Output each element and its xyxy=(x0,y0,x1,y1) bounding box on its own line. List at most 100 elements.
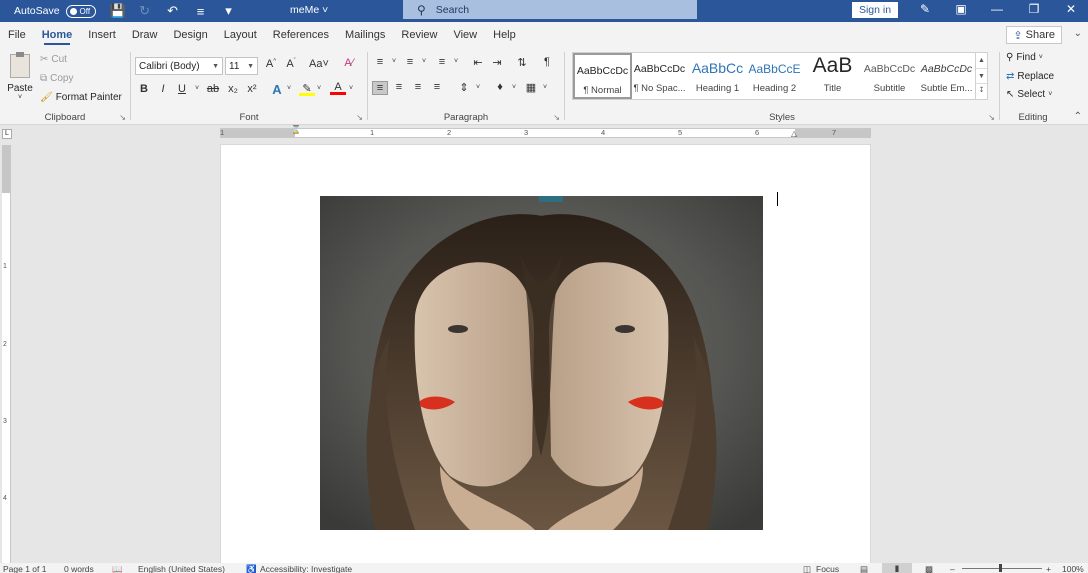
language[interactable]: English (United States) xyxy=(138,564,225,573)
close-icon[interactable]: ✕ xyxy=(1062,2,1080,16)
qat-dropdown-icon[interactable]: ▾ xyxy=(222,3,236,19)
zoom-slider-thumb[interactable] xyxy=(999,564,1002,572)
cut-button[interactable]: ✂ Cut xyxy=(40,54,67,65)
tab-view[interactable]: View xyxy=(445,22,485,48)
save-icon[interactable]: 💾 xyxy=(110,3,126,19)
print-layout-icon[interactable]: ▮ xyxy=(882,563,912,573)
chevron-down-icon[interactable]: ˅ xyxy=(416,58,432,65)
tab-insert[interactable]: Insert xyxy=(80,22,124,48)
inserted-picture[interactable] xyxy=(320,196,763,530)
autosave-toggle[interactable]: Off xyxy=(65,4,96,18)
tab-help[interactable]: Help xyxy=(485,22,524,48)
change-case-icon[interactable]: Aa˅ xyxy=(307,58,331,70)
word-count[interactable]: 0 words xyxy=(64,564,94,573)
style-heading-1[interactable]: AaBbCc Heading 1 xyxy=(688,53,747,99)
style-heading-2[interactable]: AaBbCcE Heading 2 xyxy=(745,53,804,99)
document-title[interactable]: meMe ˅ xyxy=(290,4,328,16)
share-button[interactable]: ⇪ Share xyxy=(1006,26,1062,44)
zoom-slider[interactable] xyxy=(962,568,1042,569)
style-title[interactable]: AaB Title xyxy=(803,53,862,99)
styles-launcher-icon[interactable]: ↘ xyxy=(988,113,995,122)
chevron-down-icon[interactable]: ˅ xyxy=(506,84,522,91)
chevron-down-icon[interactable]: ˅ xyxy=(281,85,297,92)
tab-mailings[interactable]: Mailings xyxy=(337,22,393,48)
ribbon-display-icon[interactable]: ▣ xyxy=(952,2,970,16)
style-subtle-emphasis[interactable]: AaBbCcDc Subtle Em... xyxy=(917,53,976,99)
bold-button[interactable]: B xyxy=(136,83,152,95)
search-box[interactable]: ⚲ Search xyxy=(403,0,697,19)
clear-formatting-icon[interactable]: A∕ xyxy=(341,57,357,69)
underline-button[interactable]: U xyxy=(174,83,190,95)
sort-icon[interactable]: ⇅ xyxy=(514,56,530,69)
underline-dropdown-icon[interactable]: ˅ xyxy=(189,85,205,92)
align-left-icon[interactable]: ≡ xyxy=(372,81,388,95)
select-button[interactable]: ↖ Select ˅ xyxy=(1006,89,1052,100)
tab-home[interactable]: Home xyxy=(34,22,81,48)
zoom-in-icon[interactable]: + xyxy=(1046,564,1051,573)
replace-button[interactable]: ⇄ Replace xyxy=(1006,71,1054,82)
tab-selector[interactable]: L xyxy=(2,129,12,139)
accessibility-status[interactable]: Accessibility: Investigate xyxy=(260,564,352,573)
style-no-spacing[interactable]: AaBbCcDc ¶ No Spac... xyxy=(630,53,689,99)
pen-icon[interactable]: ✎ xyxy=(916,2,934,16)
paragraph-launcher-icon[interactable]: ↘ xyxy=(553,113,560,122)
tab-layout[interactable]: Layout xyxy=(216,22,265,48)
scroll-down-icon[interactable]: ▼ xyxy=(976,68,987,83)
web-layout-icon[interactable]: ▩ xyxy=(925,564,933,573)
zoom-out-icon[interactable]: – xyxy=(950,564,955,573)
font-launcher-icon[interactable]: ↘ xyxy=(356,113,363,122)
styles-scroll[interactable]: ▲ ▼ ↧ xyxy=(975,53,987,99)
chevron-down-icon[interactable]: ˅ xyxy=(386,58,402,65)
italic-button[interactable]: I xyxy=(155,83,171,95)
tab-draw[interactable]: Draw xyxy=(124,22,166,48)
customize-icon[interactable]: ≡ xyxy=(194,4,208,19)
copy-button[interactable]: ⧉ Copy xyxy=(40,73,74,84)
style-subtitle[interactable]: AaBbCcDc Subtitle xyxy=(860,53,919,99)
decrease-indent-icon[interactable]: ⇤ xyxy=(470,56,486,69)
indent-marker-icon[interactable]: ⌛ xyxy=(291,125,301,134)
align-right-icon[interactable]: ≡ xyxy=(410,81,426,93)
chevron-down-icon[interactable]: ˅ xyxy=(343,85,359,92)
clipboard-launcher-icon[interactable]: ↘ xyxy=(119,113,126,122)
style-normal[interactable]: AaBbCcDc ¶ Normal xyxy=(573,53,632,99)
tab-file[interactable]: File xyxy=(0,22,34,48)
font-size-box[interactable]: 11 ▼ xyxy=(225,57,258,75)
superscript-button[interactable]: x² xyxy=(244,83,260,95)
strikethrough-button[interactable]: ab xyxy=(205,83,221,95)
format-painter-button[interactable]: 🖌 Format Painter xyxy=(40,92,122,103)
shrink-font-icon[interactable]: Aˇ xyxy=(283,58,299,70)
right-indent-icon[interactable]: △ xyxy=(791,129,797,138)
vertical-ruler[interactable]: 1 2 3 4 xyxy=(2,145,11,565)
ribbon-options-icon[interactable]: ⌄ xyxy=(1074,28,1082,39)
tab-design[interactable]: Design xyxy=(165,22,215,48)
paste-button[interactable]: Paste ˅ xyxy=(6,52,34,104)
subscript-button[interactable]: x₂ xyxy=(225,83,241,95)
chevron-down-icon[interactable]: ˅ xyxy=(311,85,327,92)
tab-review[interactable]: Review xyxy=(393,22,445,48)
chevron-down-icon[interactable]: ˅ xyxy=(537,84,553,91)
font-name-box[interactable]: Calibri (Body) ▼ xyxy=(135,57,223,75)
chevron-down-icon[interactable]: ˅ xyxy=(470,84,486,91)
tab-references[interactable]: References xyxy=(265,22,337,48)
increase-indent-icon[interactable]: ⇥ xyxy=(489,56,505,69)
focus-button[interactable]: Focus xyxy=(816,564,839,573)
page-count[interactable]: Page 1 of 1 xyxy=(3,564,46,573)
collapse-ribbon-icon[interactable]: ⌃ xyxy=(1074,111,1082,122)
horizontal-ruler[interactable]: 1 1 2 3 4 5 6 7 ⌛ △ xyxy=(220,125,871,138)
proofing-icon[interactable]: 📖 xyxy=(112,564,123,573)
more-styles-icon[interactable]: ↧ xyxy=(976,83,987,97)
align-center-icon[interactable]: ≡ xyxy=(391,81,407,93)
show-formatting-icon[interactable]: ¶ xyxy=(539,56,555,68)
scroll-up-icon[interactable]: ▲ xyxy=(976,53,987,68)
find-button[interactable]: ⚲ Find ˅ xyxy=(1006,52,1043,63)
restore-icon[interactable]: ❐ xyxy=(1025,2,1043,16)
read-mode-icon[interactable]: ▤ xyxy=(860,564,868,573)
minimize-icon[interactable]: — xyxy=(988,2,1006,16)
sign-in-button[interactable]: Sign in xyxy=(852,2,898,18)
chevron-down-icon[interactable]: ˅ xyxy=(448,58,464,65)
grow-font-icon[interactable]: A^ xyxy=(263,58,279,70)
undo-icon[interactable]: ↶ xyxy=(166,3,180,19)
justify-icon[interactable]: ≡ xyxy=(429,81,445,93)
document-page[interactable] xyxy=(220,144,871,564)
zoom-level[interactable]: 100% xyxy=(1062,564,1084,573)
